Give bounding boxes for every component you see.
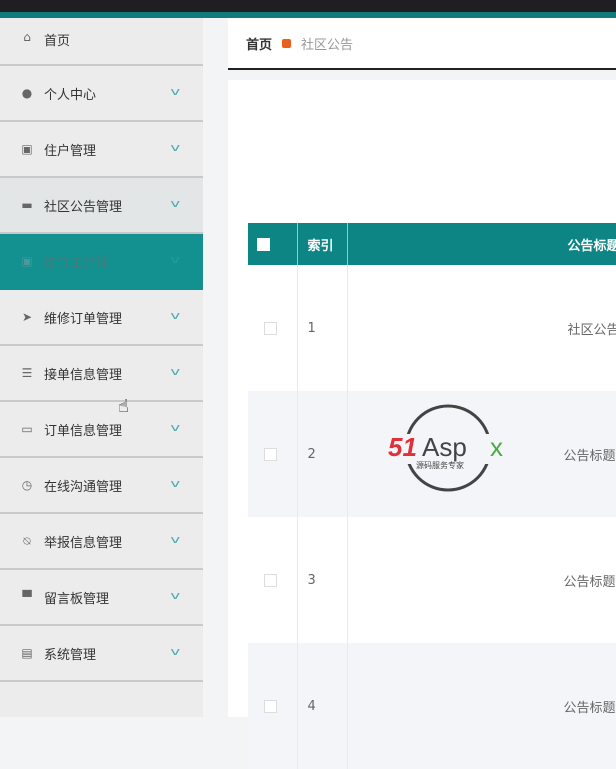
row-title: 公告标题 [563,574,616,590]
chevron-down-icon: v [170,309,181,322]
sidebar-item-repair-orders[interactable]: ➤ 维修订单管理 v [0,290,203,346]
row-index: 2 [297,391,348,517]
watermark-logo: 51 Asp x 源码服务专家 [386,404,511,492]
message-icon: ▭ [21,422,33,436]
sidebar-item-home[interactable]: ⌂ 首页 [0,18,203,66]
chevron-down-icon: v [170,589,181,602]
clock-icon: ◷ [21,478,33,492]
chevron-down-icon: v [170,85,181,98]
notice-table: 索引 公告标题 1 社区公告 2 公告标题 3 公告标题 4 公告标题 [248,223,616,769]
sidebar-item-label: 维修订单管理 [44,311,123,327]
row-checkbox[interactable] [264,321,277,335]
sidebar-item-label: 社区公告管理 [44,199,123,215]
sidebar-item-label: 首页 [44,34,71,49]
row-checkbox[interactable] [264,447,277,461]
bell-off-icon: ⍉ [23,534,31,548]
table-row: 3 公告标题 [248,517,616,643]
clipboard-icon: ▣ [21,254,33,268]
svg-text:Asp: Asp [422,432,467,462]
breadcrumb-home[interactable]: 首页 [246,34,272,53]
sidebar-item-label: 维修工管理 [44,255,110,271]
row-index: 4 [297,643,348,769]
breadcrumb-separator-icon [282,38,292,48]
sidebar: ⌂ 首页 ● 个人中心 v ▣ 住户管理 v ▬ 社区公告管理 v ▣ 维修工管理 v ➤ 维修订单… [0,18,203,717]
sidebar-item-label: 举报信息管理 [44,535,123,551]
svg-text:51: 51 [388,432,417,462]
content-panel: 索引 公告标题 1 社区公告 2 公告标题 3 公告标题 4 公告标题 [228,80,616,769]
sidebar-item-personal[interactable]: ● 个人中心 v [0,66,203,122]
chevron-down-icon: v [170,365,181,378]
table-row: 4 公告标题 [248,643,616,769]
row-title: 社区公告 [567,322,616,338]
monitor-icon: ▬ [21,198,33,212]
sidebar-item-chat[interactable]: ◷ 在线沟通管理 v [0,458,203,514]
chevron-down-icon: v [170,533,181,546]
home-icon: ⌂ [23,30,31,44]
printer-icon: ▀ [22,590,32,604]
sidebar-item-residents[interactable]: ▣ 住户管理 v [0,122,203,178]
sidebar-item-repairmen[interactable]: ▣ 维修工管理 v [0,234,203,290]
sidebar-item-reports[interactable]: ⍉ 举报信息管理 v [0,514,203,570]
breadcrumb-current: 社区公告 [301,37,354,53]
chevron-down-icon: v [170,197,181,210]
header-title[interactable]: 公告标题 [347,223,616,265]
row-checkbox[interactable] [264,699,277,713]
select-all-checkbox[interactable] [257,237,270,251]
main-content: 首页 社区公告 索引 公告标题 1 社区公告 2 公告标题 3 公告标题 4 公告标题 [228,18,616,769]
chevron-down-icon: v [170,421,181,434]
hand-cursor-icon: ☝ [118,396,129,417]
top-bar [0,0,616,12]
row-checkbox[interactable] [264,573,277,587]
row-title: 公告标题 [347,643,616,769]
svg-text:源码服务专家: 源码服务专家 [416,460,464,470]
sidebar-item-notices[interactable]: ▬ 社区公告管理 v [0,178,203,234]
breadcrumb: 首页 社区公告 [228,18,616,70]
row-index: 3 [297,517,348,643]
clipboard-icon: ▣ [21,142,33,156]
header-index[interactable]: 索引 [297,223,348,265]
card-icon: ▤ [21,646,33,660]
sidebar-item-system[interactable]: ▤ 系统管理 v [0,626,203,682]
sidebar-item-accept-info[interactable]: ☰ 接单信息管理 v [0,346,203,402]
row-index: 1 [297,265,348,391]
sidebar-item-label: 个人中心 [44,87,97,103]
user-icon: ● [21,86,33,100]
sidebar-item-messageboard[interactable]: ▀ 留言板管理 v [0,570,203,626]
sliders-icon: ☰ [21,366,33,380]
sidebar-item-label: 接单信息管理 [44,367,123,383]
sidebar-item-label: 住户管理 [44,143,97,159]
chevron-down-icon: v [170,477,181,490]
sidebar-item-label: 系统管理 [44,647,97,663]
svg-text:x: x [490,432,503,462]
chevron-down-icon: v [170,253,181,266]
sidebar-item-label: 订单信息管理 [44,423,123,439]
sidebar-item-label: 在线沟通管理 [44,479,123,495]
send-icon: ➤ [21,310,33,324]
table-row: 1 社区公告 [248,265,616,391]
chevron-down-icon: v [170,645,181,658]
sidebar-item-label: 留言板管理 [44,591,110,607]
table-header: 索引 公告标题 [248,223,616,265]
chevron-down-icon: v [170,141,181,154]
sidebar-item-order-info[interactable]: ▭ 订单信息管理 v [0,402,203,458]
